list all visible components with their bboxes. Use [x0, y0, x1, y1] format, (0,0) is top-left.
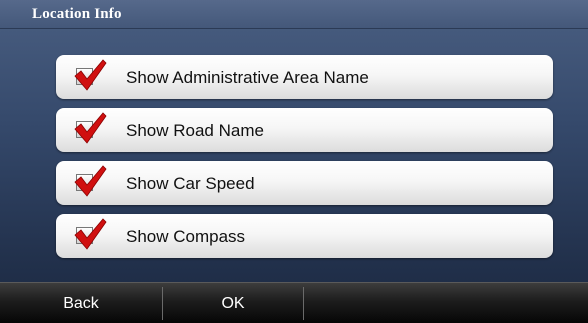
option-label: Show Compass — [126, 227, 246, 246]
option-label: Show Road Name — [126, 121, 264, 140]
option-show-compass[interactable]: Show Compass — [56, 214, 553, 258]
option-label: Show Administrative Area Name — [126, 68, 369, 87]
bottom-toolbar: Back OK — [0, 282, 588, 323]
options-list: Show Administrative Area Name Show Road … — [56, 55, 553, 267]
ok-button[interactable]: OK — [163, 283, 303, 323]
checkmark-icon — [74, 218, 107, 250]
option-label: Show Car Speed — [126, 174, 255, 193]
checkmark-icon — [74, 59, 107, 91]
screen-title: Location Info — [32, 6, 122, 22]
option-show-administrative-area-name[interactable]: Show Administrative Area Name — [56, 55, 553, 99]
option-show-car-speed[interactable]: Show Car Speed — [56, 161, 553, 205]
title-bar: Location Info — [0, 0, 588, 29]
checkmark-icon — [74, 112, 107, 144]
location-info-screen: Location Info Show Administrative Area N… — [0, 0, 588, 323]
checkmark-icon — [74, 165, 107, 197]
back-button[interactable]: Back — [0, 283, 162, 323]
toolbar-empty-slot — [304, 283, 588, 323]
option-show-road-name[interactable]: Show Road Name — [56, 108, 553, 152]
